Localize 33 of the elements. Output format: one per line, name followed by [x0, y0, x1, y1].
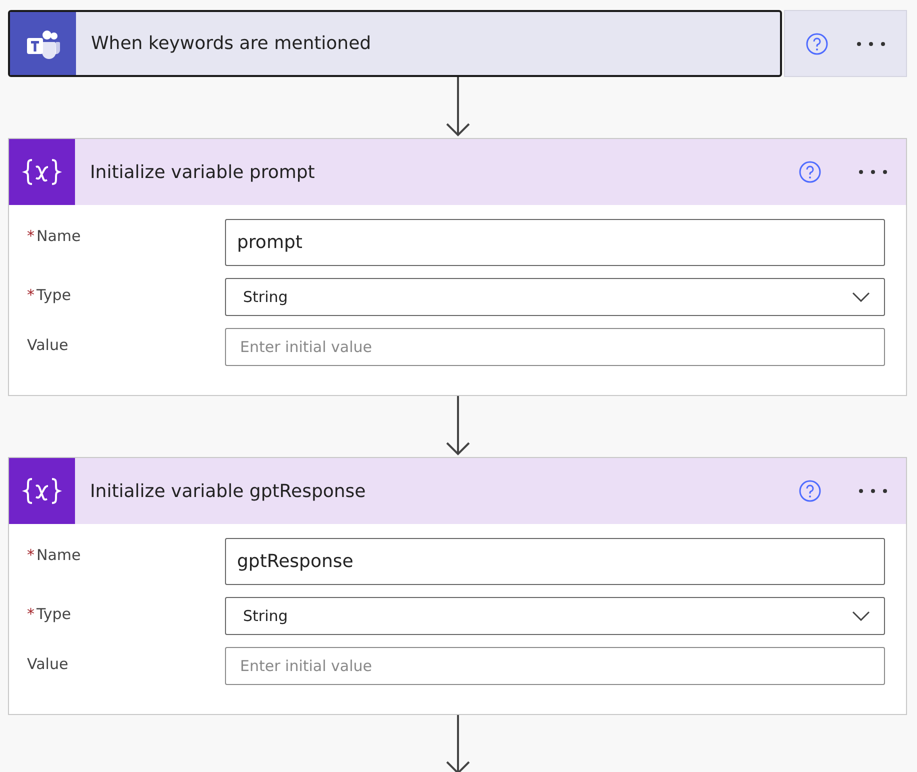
help-icon[interactable] [804, 32, 829, 56]
required-mark: * [27, 286, 34, 304]
required-mark: * [27, 227, 34, 245]
arrow-connector [446, 396, 470, 456]
step-title: Initialize variable gptResponse [90, 480, 366, 502]
more-icon[interactable] [858, 488, 888, 494]
help-icon[interactable] [798, 160, 822, 184]
field-label: Type [36, 605, 71, 623]
help-icon[interactable] [798, 479, 822, 503]
card-header[interactable]: Initialize variable gptResponse [9, 458, 906, 524]
chevron-down-icon [852, 611, 870, 621]
dropdown[interactable]: String [225, 278, 885, 316]
step-title: When keywords are mentioned [91, 33, 372, 54]
field-label: Value [27, 336, 68, 354]
required-mark: * [27, 546, 34, 564]
card-header[interactable]: Initialize variable prompt [9, 139, 906, 205]
input-field[interactable]: Enter initial value [225, 328, 885, 366]
input-field[interactable]: gptResponse [225, 538, 885, 585]
more-icon[interactable] [858, 169, 888, 175]
more-icon[interactable] [856, 40, 886, 46]
step-title: Initialize variable prompt [90, 162, 315, 182]
input-field[interactable]: prompt [225, 219, 885, 266]
arrow-connector [446, 715, 470, 772]
dropdown[interactable]: String [225, 597, 885, 635]
arrow-connector [446, 77, 470, 137]
field-label: Type [36, 286, 71, 304]
field-label: Value [27, 655, 68, 673]
chevron-down-icon [852, 292, 870, 302]
field-label: Name [36, 227, 81, 245]
input-field[interactable]: Enter initial value [225, 647, 885, 685]
field-label: Name [36, 546, 81, 564]
trigger-card[interactable]: When keywords are mentioned [8, 10, 782, 77]
required-mark: * [27, 605, 34, 623]
